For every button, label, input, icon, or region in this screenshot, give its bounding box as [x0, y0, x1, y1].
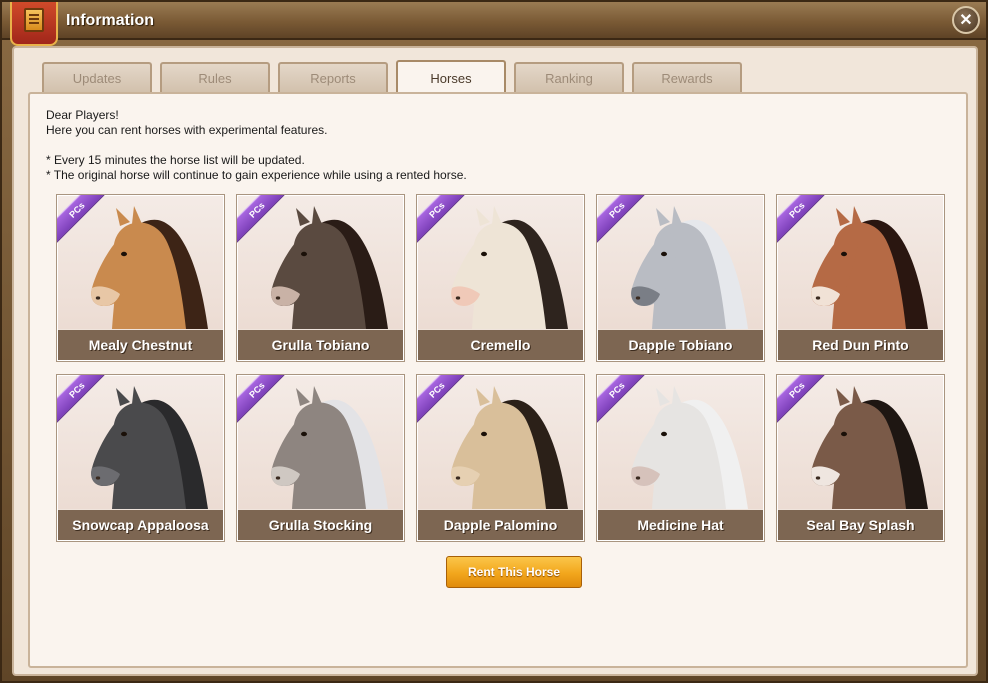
horse-name: Grulla Stocking: [238, 510, 403, 540]
tab-rewards[interactable]: Rewards: [632, 62, 742, 92]
horse-card[interactable]: PCs Seal Bay Splash: [776, 374, 945, 542]
horse-name: Medicine Hat: [598, 510, 763, 540]
close-icon: ✕: [959, 12, 973, 29]
information-window: Information ✕ Updates Rules Reports Hors…: [0, 0, 988, 683]
tab-rules[interactable]: Rules: [160, 62, 270, 92]
horse-card[interactable]: PCs Red Dun Pinto: [776, 194, 945, 362]
intro-text: Dear Players! Here you can rent horses w…: [46, 108, 467, 183]
horse-card[interactable]: PCs Snowcap Appaloosa: [56, 374, 225, 542]
tab-reports[interactable]: Reports: [278, 62, 388, 92]
horse-card[interactable]: PCs Cremello: [416, 194, 585, 362]
greeting-text: Dear Players!: [46, 108, 119, 122]
close-button[interactable]: ✕: [952, 6, 980, 34]
tab-updates[interactable]: Updates: [42, 62, 152, 92]
book-icon: [24, 8, 44, 32]
horse-card[interactable]: PCs Mealy Chestnut: [56, 194, 225, 362]
horse-card[interactable]: PCs Dapple Palomino: [416, 374, 585, 542]
title-bar: Information ✕: [2, 2, 986, 46]
horses-content: Dear Players! Here you can rent horses w…: [28, 92, 968, 668]
tab-bar: Updates Rules Reports Horses Ranking Rew…: [42, 60, 742, 94]
horse-name: Seal Bay Splash: [778, 510, 943, 540]
horse-name: Snowcap Appaloosa: [58, 510, 223, 540]
horse-name: Cremello: [418, 330, 583, 360]
rent-horse-button[interactable]: Rent This Horse: [446, 556, 582, 588]
note-experience: * The original horse will continue to ga…: [46, 168, 467, 182]
tab-horses[interactable]: Horses: [396, 60, 506, 94]
note-update-interval: * Every 15 minutes the horse list will b…: [46, 153, 305, 167]
horse-card[interactable]: PCs Medicine Hat: [596, 374, 765, 542]
horse-name: Dapple Palomino: [418, 510, 583, 540]
horse-name: Mealy Chestnut: [58, 330, 223, 360]
horse-card[interactable]: PCs Grulla Tobiano: [236, 194, 405, 362]
tab-ranking[interactable]: Ranking: [514, 62, 624, 92]
horse-name: Dapple Tobiano: [598, 330, 763, 360]
description-text: Here you can rent horses with experiment…: [46, 123, 328, 137]
horse-name: Grulla Tobiano: [238, 330, 403, 360]
horse-card[interactable]: PCs Grulla Stocking: [236, 374, 405, 542]
main-panel: Updates Rules Reports Horses Ranking Rew…: [12, 46, 978, 676]
horse-grid: PCs Mealy Chestnut PCs Grulla Tobiano PCs Cre…: [56, 194, 948, 542]
horse-card[interactable]: PCs Dapple Tobiano: [596, 194, 765, 362]
book-badge: [10, 2, 58, 46]
horse-name: Red Dun Pinto: [778, 330, 943, 360]
window-title: Information: [66, 12, 154, 29]
